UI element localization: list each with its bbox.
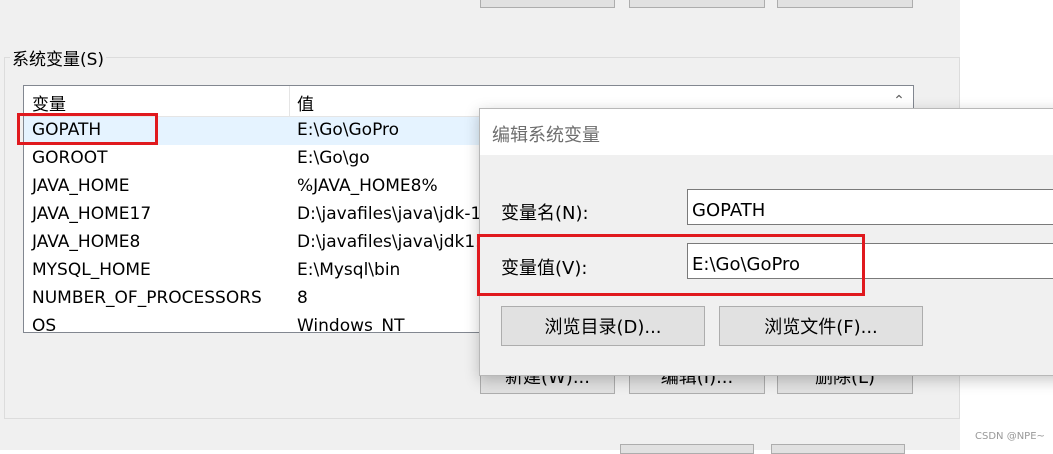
variable-value: D:\javafiles\java\jdk-1 [297, 204, 482, 224]
variable-value-field[interactable] [687, 243, 1053, 279]
browse-file-button[interactable]: 浏览文件(F)... [719, 306, 923, 346]
variable-name: OS [32, 316, 57, 333]
variable-name-field[interactable] [687, 189, 1053, 225]
variable-name: JAVA_HOME8 [32, 232, 141, 252]
ok-button[interactable] [620, 444, 754, 454]
variable-value: Windows_NT [297, 316, 405, 333]
variable-value-label: 变量值(V): [501, 258, 588, 279]
browse-directory-button[interactable]: 浏览目录(D)... [501, 306, 705, 346]
variable-name: NUMBER_OF_PROCESSORS [32, 288, 262, 308]
variable-value: D:\javafiles\java\jdk1. [297, 232, 481, 252]
user-new-button[interactable] [480, 0, 615, 8]
variable-value: E:\Go\GoPro [297, 120, 400, 140]
variable-value: %JAVA_HOME8% [297, 176, 438, 196]
variable-value: 8 [297, 288, 308, 308]
variable-value: E:\Mysql\bin [297, 260, 401, 280]
variable-name: GOPATH [32, 120, 102, 140]
user-delete-button[interactable] [777, 0, 913, 8]
user-edit-button[interactable] [629, 0, 765, 8]
variable-name: JAVA_HOME [32, 176, 130, 196]
variable-name: MYSQL_HOME [32, 260, 151, 280]
variable-value: E:\Go\go [297, 148, 370, 168]
variable-name: GOROOT [32, 148, 108, 168]
system-variables-title: 系统变量(S) [10, 45, 107, 70]
variable-name: JAVA_HOME17 [32, 204, 152, 224]
column-separator[interactable] [289, 86, 290, 116]
column-header-variable[interactable]: 变量 [32, 90, 66, 115]
variable-name-label: 变量名(N): [501, 203, 589, 224]
edit-system-variable-dialog: 编辑系统变量 变量名(N): 变量值(V): 浏览目录(D)... 浏览文件(F… [479, 108, 1053, 376]
dialog-title-bar[interactable]: 编辑系统变量 [480, 109, 1053, 155]
dialog-title: 编辑系统变量 [492, 125, 600, 146]
watermark: CSDN @NPE~ [975, 431, 1045, 442]
column-header-value[interactable]: 值 [297, 90, 314, 115]
cancel-button[interactable] [771, 444, 905, 454]
